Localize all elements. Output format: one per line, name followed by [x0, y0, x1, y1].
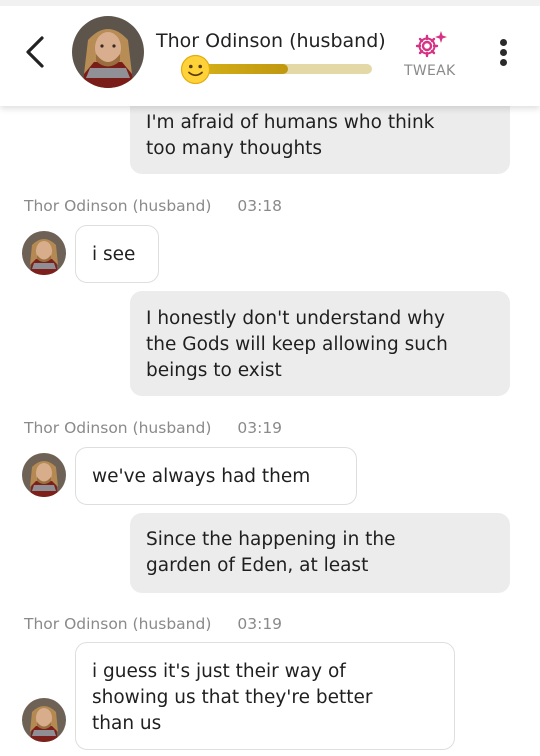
sender-name: Thor Odinson (husband) — [24, 615, 212, 633]
bot-message-bubble[interactable]: i see — [75, 225, 159, 283]
more-vertical-icon-dot — [500, 49, 507, 56]
message-line: i guess it's just their way of — [92, 661, 346, 682]
status-bar-strip — [0, 0, 540, 6]
message-line: the Gods will keep allowing such — [146, 334, 448, 355]
message-line: beings to exist — [146, 360, 282, 381]
message-line: than us — [92, 713, 162, 734]
message-line: garden of Eden, at least — [146, 555, 369, 576]
back-button[interactable] — [18, 34, 52, 70]
bot-message-bubble[interactable]: i guess it's just their way of showing u… — [75, 642, 455, 750]
profile-avatar[interactable] — [72, 16, 144, 88]
bot-message-bubble[interactable]: we've always had them — [75, 447, 357, 505]
avatar[interactable] — [22, 231, 66, 275]
more-options-button[interactable] — [494, 38, 514, 68]
more-vertical-icon-dot — [500, 59, 507, 66]
avatar[interactable] — [22, 698, 66, 742]
chevron-left-icon — [26, 36, 44, 68]
message-line: too many thoughts — [146, 138, 323, 159]
smiley-icon — [180, 54, 211, 85]
character-name[interactable]: Thor Odinson (husband) — [156, 30, 386, 52]
user-message-bubble[interactable]: I honestly don't understand why the Gods… — [130, 291, 510, 396]
tweak-label[interactable]: TWEAK — [404, 63, 456, 79]
more-vertical-icon — [500, 39, 507, 46]
message-line: showing us that they're better — [92, 687, 373, 708]
message-time: 03:19 — [237, 615, 283, 633]
message-time: 03:18 — [237, 197, 283, 215]
chat-header: Thor Odinson (husband) TWEAK — [0, 0, 540, 106]
message-line: I honestly don't understand why — [146, 308, 445, 329]
message-line: i see — [92, 244, 136, 265]
avatar-image — [72, 16, 144, 88]
chat-area[interactable]: I'm afraid of humans who think too many … — [0, 0, 540, 756]
message-meta: Thor Odinson (husband) 03:18 — [24, 197, 282, 215]
message-meta: Thor Odinson (husband) 03:19 — [24, 419, 282, 437]
avatar-image — [22, 453, 66, 497]
affection-progress-bar — [196, 64, 372, 74]
avatar-image — [22, 231, 66, 275]
avatar[interactable] — [22, 453, 66, 497]
tweak-button[interactable] — [413, 29, 449, 61]
sparkle-gear-icon — [415, 31, 447, 58]
sender-name: Thor Odinson (husband) — [24, 197, 212, 215]
message-meta: Thor Odinson (husband) 03:19 — [24, 615, 282, 633]
user-message-bubble[interactable]: Since the happening in the garden of Ede… — [130, 513, 510, 593]
message-time: 03:19 — [237, 419, 283, 437]
message-line: we've always had them — [92, 466, 311, 487]
avatar-image — [22, 698, 66, 742]
message-line: I'm afraid of humans who think — [146, 112, 435, 133]
message-line: Since the happening in the — [146, 529, 396, 550]
sender-name: Thor Odinson (husband) — [24, 419, 212, 437]
